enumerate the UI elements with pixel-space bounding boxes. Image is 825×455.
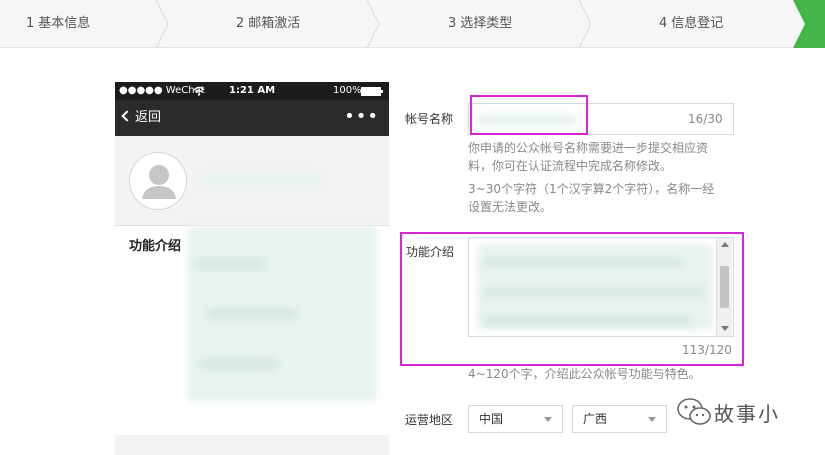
step-separator-icon (578, 0, 592, 48)
chevron-down-icon (544, 417, 552, 422)
step-1-label: 基本信息 (38, 16, 91, 31)
account-name-counter: 16/30 (688, 112, 723, 126)
step-2-label: 邮箱激活 (248, 16, 301, 31)
blurred-text-line (195, 258, 265, 270)
step-3: 3 选择类型 (448, 0, 512, 48)
step-4: 4 信息登记 (659, 0, 723, 48)
blurred-account-name (201, 172, 321, 186)
step-1-number: 1 (26, 16, 35, 31)
blurred-text-line (483, 288, 703, 297)
account-name-hint-3: 3~30个字符（1个汉字算2个字符），名称一经 (468, 182, 715, 196)
back-button[interactable]: 返回 (121, 100, 162, 136)
account-name-hint-4: 设置无法更改。 (468, 200, 553, 214)
phone-footer (115, 435, 389, 455)
battery-icon (361, 87, 383, 96)
blurred-text-line (199, 358, 279, 370)
wechat-logo-icon (677, 398, 711, 425)
step-1: 1 基本信息 (26, 0, 90, 48)
intro-hint: 4~120个字，介绍此公众帐号功能与特色。 (468, 367, 701, 381)
back-label: 返回 (135, 110, 162, 125)
profile-header (115, 136, 389, 226)
phone-nav-bar: 返回 ••• (115, 100, 389, 136)
default-avatar-icon (142, 165, 176, 199)
avatar (129, 152, 187, 210)
step-3-label: 选择类型 (460, 16, 513, 31)
phone-intro-label: 功能介绍 (129, 239, 182, 254)
step-2-number: 2 (236, 16, 245, 31)
scroll-thumb[interactable] (720, 266, 729, 308)
step-active-indicator-icon (793, 0, 825, 48)
country-value: 中国 (479, 412, 504, 426)
intro-label: 功能介绍 (406, 245, 455, 259)
blurred-text-line (483, 316, 693, 325)
step-progress-bar: 1 基本信息 2 邮箱激活 3 选择类型 4 信息登记 (0, 0, 825, 48)
scroll-up-icon[interactable] (721, 242, 729, 247)
wifi-icon (193, 86, 205, 96)
province-select[interactable]: 广西 (572, 405, 667, 433)
phone-status-bar: ●●●●● WeChat 1:21 AM 100% (115, 82, 389, 100)
status-battery: 100% (333, 85, 362, 96)
step-separator-icon (366, 0, 380, 48)
province-value: 广西 (583, 412, 608, 426)
step-4-label: 信息登记 (671, 16, 724, 31)
phone-preview: ●●●●● WeChat 1:21 AM 100% 返回 ••• 功能介绍 (115, 82, 389, 455)
step-3-number: 3 (448, 16, 457, 31)
blurred-text-line (207, 308, 297, 320)
intro-textarea[interactable] (468, 237, 734, 337)
intro-counter: 113/120 (682, 343, 732, 357)
blurred-text-line (483, 258, 683, 267)
chevron-down-icon (648, 417, 656, 422)
chevron-left-icon (121, 110, 133, 122)
region-label: 运营地区 (405, 413, 454, 427)
status-carrier: ●●●●● WeChat (119, 85, 205, 96)
step-separator-icon (155, 0, 169, 48)
watermark-text: 故事小 (714, 402, 780, 426)
intro-scrollbar[interactable] (716, 238, 732, 336)
highlight-box (470, 95, 588, 135)
step-2: 2 邮箱激活 (236, 0, 300, 48)
step-4-number: 4 (659, 16, 668, 31)
scroll-down-icon[interactable] (721, 326, 729, 331)
account-name-hint-2: 料，你可在认证流程中完成名称修改。 (468, 159, 673, 173)
account-name-hint-1: 你申请的公众帐号名称需要进一步提交相应资 (468, 141, 709, 155)
account-name-label: 帐号名称 (405, 112, 454, 126)
status-time: 1:21 AM (229, 85, 276, 96)
country-select[interactable]: 中国 (468, 405, 563, 433)
more-menu-icon[interactable]: ••• (344, 100, 379, 136)
watermark: 故事小 (676, 392, 816, 432)
